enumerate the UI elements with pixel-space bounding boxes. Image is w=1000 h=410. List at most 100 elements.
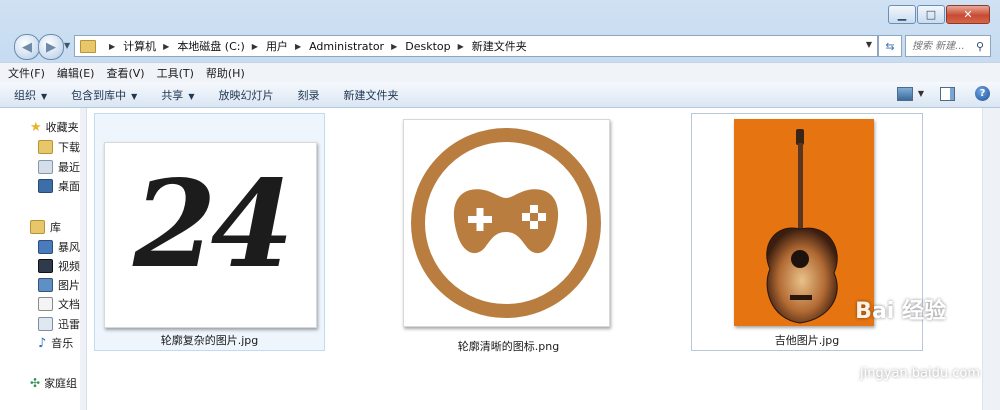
nav-favorites[interactable]: ★ 收藏夹 <box>30 119 79 135</box>
thumbnail-gamepad <box>403 119 610 327</box>
forward-button[interactable]: ▶ <box>38 34 64 60</box>
chevron-right-icon[interactable]: ▶ <box>458 42 464 51</box>
crumb-users[interactable]: 用户 <box>266 38 288 54</box>
nav-recent[interactable]: 最近 <box>38 159 80 175</box>
chevron-down-icon[interactable]: ▼ <box>918 89 924 98</box>
homegroup-icon: ✣ <box>30 376 41 390</box>
crumb-computer[interactable]: 计算机 <box>123 38 156 54</box>
address-bar[interactable]: ▶ 计算机 ▶ 本地磁盘 (C:) ▶ 用户 ▶ Administrator ▶… <box>74 35 878 57</box>
share-label: 共享 <box>161 88 184 102</box>
nav-label: 音乐 <box>51 337 74 350</box>
nav-libraries[interactable]: 库 <box>30 219 61 235</box>
file-name: 吉他图片.jpg <box>774 334 840 347</box>
back-button[interactable]: ◀ <box>14 34 40 60</box>
file-item[interactable]: 24 轮廓复杂的图片.jpg <box>94 113 325 351</box>
crumb-local-disk[interactable]: 本地磁盘 (C:) <box>177 38 244 54</box>
close-icon: ✕ <box>963 8 973 21</box>
nav-documents[interactable]: 文档 <box>38 296 80 312</box>
nav-videos[interactable]: 视频 <box>38 258 80 274</box>
menu-edit[interactable]: 编辑(E) <box>57 65 95 81</box>
include-library-label: 包含到库中 <box>71 88 127 102</box>
folder-icon <box>80 39 96 53</box>
menu-file[interactable]: 文件(F) <box>8 65 45 81</box>
documents-icon <box>38 297 53 311</box>
nav-thunder[interactable]: 迅雷 <box>38 316 80 332</box>
slideshow-button[interactable]: 放映幻灯片 <box>218 87 273 103</box>
explorer-window: ▁ □ ✕ ◀ ▶ ▼ ▶ 计算机 ▶ 本地磁盘 (C:) ▶ 用户 ▶ Adm… <box>0 0 1000 410</box>
chevron-right-icon[interactable]: ▶ <box>252 42 258 51</box>
crumb-administrator[interactable]: Administrator <box>309 40 384 53</box>
window-controls: ▁ □ ✕ <box>887 5 990 24</box>
minimize-icon: ▁ <box>897 8 907 21</box>
nav-pictures[interactable]: 图片 <box>38 277 80 293</box>
nav-storm[interactable]: 暴风 <box>38 239 80 255</box>
downloads-icon <box>38 140 53 154</box>
music-icon: ♪ <box>38 335 47 351</box>
share-button[interactable]: 共享 ▼ <box>161 87 194 103</box>
refresh-icon: ⇆ <box>885 39 895 53</box>
recent-pages-dropdown[interactable]: ▼ <box>64 41 70 50</box>
arrow-right-icon: ▶ <box>46 39 56 55</box>
chevron-right-icon[interactable]: ▶ <box>391 42 397 51</box>
nav-music[interactable]: ♪ 音乐 <box>38 335 73 351</box>
organize-label: 组织 <box>14 88 36 102</box>
menu-view[interactable]: 查看(V) <box>106 65 144 81</box>
organize-button[interactable]: 组织 ▼ <box>14 87 47 103</box>
nav-label: 迅雷 <box>58 318 80 331</box>
crumb-new-folder[interactable]: 新建文件夹 <box>472 38 527 54</box>
crumb-desktop[interactable]: Desktop <box>405 40 450 53</box>
file-item[interactable]: 轮廓清晰的图标.png <box>394 113 623 353</box>
gamepad-icon <box>411 128 601 318</box>
minimize-button[interactable]: ▁ <box>888 5 916 24</box>
search-input[interactable] <box>910 39 976 53</box>
nav-label: 下载 <box>58 141 80 154</box>
nav-label: 视频 <box>58 260 80 273</box>
arrow-left-icon: ◀ <box>22 39 32 55</box>
chevron-down-icon[interactable]: ▼ <box>866 40 872 49</box>
change-view-icon[interactable] <box>896 86 913 101</box>
refresh-button[interactable]: ⇆ <box>878 35 902 57</box>
nav-label: 收藏夹 <box>45 121 79 134</box>
thumbnail-calligraphy: 24 <box>104 142 317 328</box>
maximize-button[interactable]: □ <box>917 5 945 24</box>
help-icon[interactable]: ? <box>975 86 990 101</box>
chevron-right-icon[interactable]: ▶ <box>163 42 169 51</box>
nav-downloads[interactable]: 下载 <box>38 139 80 155</box>
search-icon[interactable]: ⚲ <box>976 40 984 53</box>
video-icon <box>38 259 53 273</box>
nav-label: 暴风 <box>58 241 80 254</box>
content-scrollbar[interactable] <box>982 108 1000 410</box>
navigation-pane: ★ 收藏夹 下载 最近 桌面 库 暴风 视频 图片 文档 迅雷 ♪ 音乐 ✣ 家… <box>0 108 87 410</box>
breadcrumb: ▶ 计算机 ▶ 本地磁盘 (C:) ▶ 用户 ▶ Administrator ▶… <box>102 38 527 54</box>
recent-places-icon <box>38 160 53 174</box>
nav-desktop[interactable]: 桌面 <box>38 178 80 194</box>
command-bar: 组织 ▼ 包含到库中 ▼ 共享 ▼ 放映幻灯片 刻录 新建文件夹 ▼ ? <box>0 82 1000 108</box>
new-folder-button[interactable]: 新建文件夹 <box>343 87 398 103</box>
pictures-icon <box>38 278 53 292</box>
nav-label: 图片 <box>58 279 80 292</box>
nav-label: 桌面 <box>58 180 80 193</box>
menu-help[interactable]: 帮助(H) <box>206 65 245 81</box>
burn-button[interactable]: 刻录 <box>297 87 319 103</box>
include-library-button[interactable]: 包含到库中 ▼ <box>71 87 137 103</box>
chevron-right-icon[interactable]: ▶ <box>109 42 115 51</box>
menu-tools[interactable]: 工具(T) <box>157 65 194 81</box>
nav-scrollbar[interactable] <box>80 108 86 410</box>
chevron-right-icon[interactable]: ▶ <box>295 42 301 51</box>
view-controls: ▼ ? <box>896 86 990 101</box>
file-name: 轮廓复杂的图片.jpg <box>160 334 259 347</box>
library-icon <box>30 220 45 234</box>
thunder-icon <box>38 317 53 331</box>
file-list: 24 轮廓复杂的图片.jpg 轮廓清晰的图标.png 吉他图片.jpg <box>87 108 1000 410</box>
guitar-icon <box>766 129 838 324</box>
watermark-url: jingyan.baidu.com <box>860 366 980 381</box>
close-button[interactable]: ✕ <box>946 5 990 24</box>
search-box[interactable]: ⚲ <box>905 35 991 57</box>
nav-homegroup[interactable]: ✣ 家庭组 <box>30 375 77 391</box>
chevron-down-icon: ▼ <box>188 91 195 101</box>
nav-label: 家庭组 <box>44 377 78 390</box>
nav-label: 文档 <box>58 298 80 311</box>
calligraphy-text: 24 <box>133 154 294 295</box>
preview-pane-icon[interactable] <box>940 86 955 101</box>
file-name: 轮廓清晰的图标.png <box>457 340 560 353</box>
